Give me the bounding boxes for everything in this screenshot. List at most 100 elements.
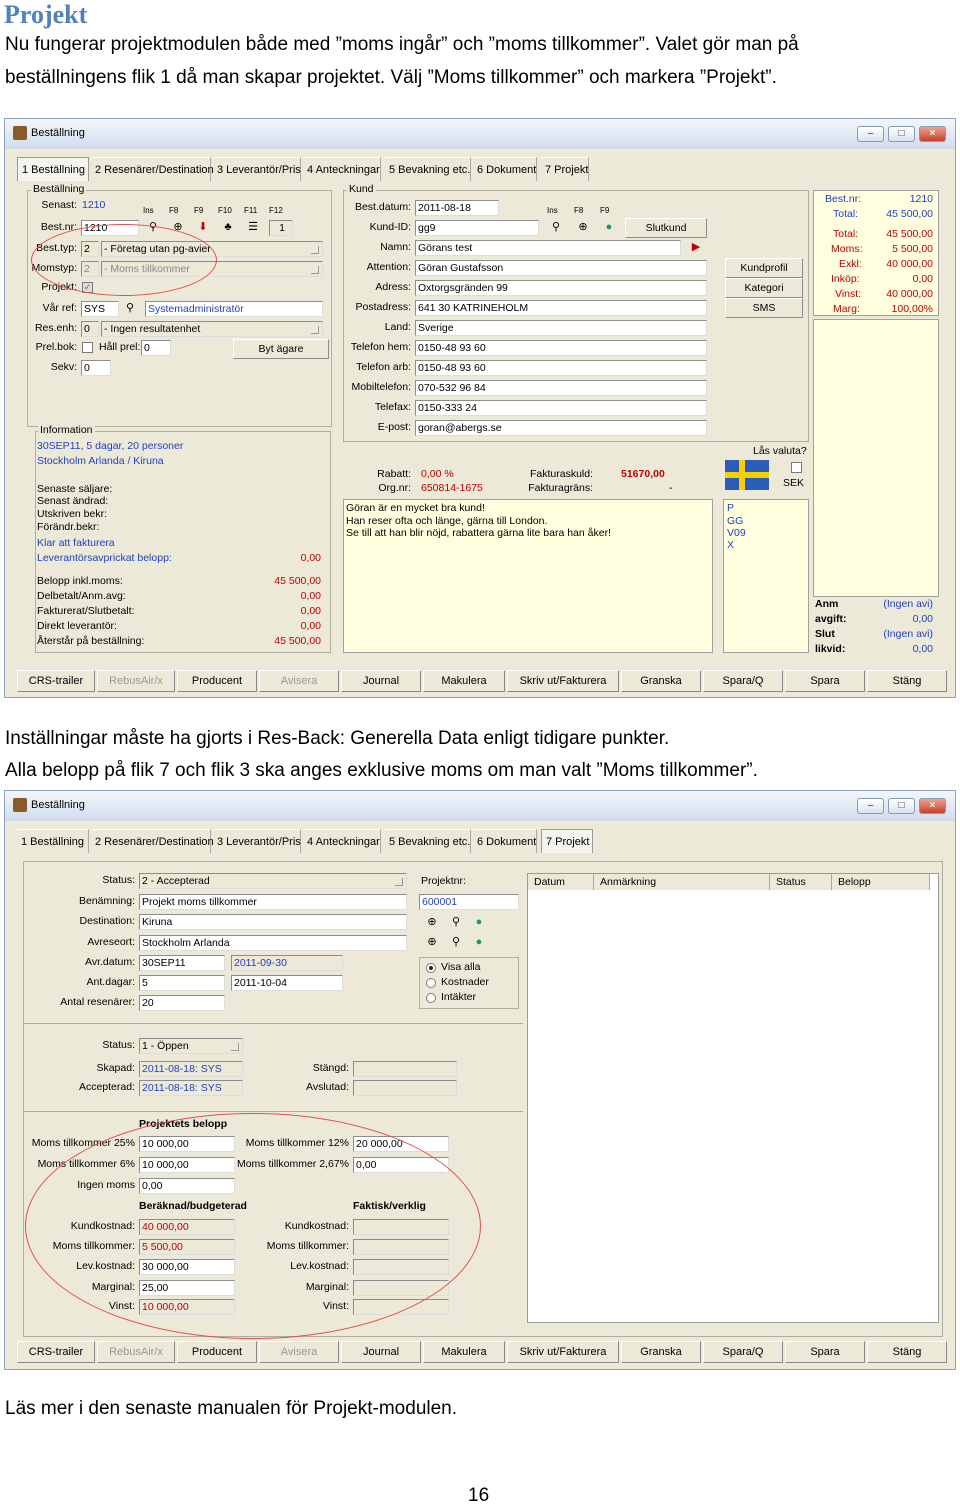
crs-trailer-button[interactable]: CRS-trailer <box>17 1341 95 1363</box>
kategori-button[interactable]: Kategori <box>725 278 803 298</box>
resenh-select[interactable]: - Ingen resultatenhet <box>101 321 323 337</box>
hallprel-field[interactable]: 0 <box>141 340 171 356</box>
skriv-ut-button[interactable]: Skriv ut/Fakturera <box>507 670 619 692</box>
antdagar-field[interactable]: 5 <box>139 975 225 991</box>
namn-field[interactable]: Görans test <box>415 240 681 256</box>
col-header-belopp[interactable]: Belopp <box>832 874 930 890</box>
col-header-status[interactable]: Status <box>770 874 832 890</box>
crs-trailer-button[interactable]: CRS-trailer <box>17 670 95 692</box>
tab-dokument[interactable]: 6 Dokument <box>473 157 537 181</box>
green-dot-icon[interactable]: ● <box>472 935 486 949</box>
avisera-button[interactable]: Avisera <box>259 1341 339 1363</box>
journal-button[interactable]: Journal <box>341 1341 421 1363</box>
destination-field[interactable]: Kiruna <box>139 914 407 930</box>
col-header-datum[interactable]: Datum <box>528 874 594 890</box>
intakter-radio[interactable] <box>426 993 436 1003</box>
tab-anteckningar[interactable]: 4 Anteckningar <box>303 157 381 181</box>
avrdatum-field[interactable]: 30SEP11 <box>139 955 225 971</box>
bottom-summary-value-2: (Ingen avi) <box>883 628 933 640</box>
spara-q-button[interactable]: Spara/Q <box>703 670 783 692</box>
sekv-field[interactable]: 0 <box>81 360 111 376</box>
spara-q-button[interactable]: Spara/Q <box>703 1341 783 1363</box>
resenh-code[interactable]: 0 <box>81 321 99 337</box>
byt-agare-button[interactable]: Byt ägare <box>233 339 329 359</box>
land-field[interactable]: Sverige <box>415 320 707 336</box>
mobil-field[interactable]: 070-532 96 84 <box>415 380 707 396</box>
arrow-right-icon[interactable]: ▶ <box>689 240 703 254</box>
postadress-field[interactable]: 641 30 KATRINEHOLM <box>415 300 707 316</box>
list-icon[interactable]: ☰ <box>246 220 260 234</box>
bestdatum-field[interactable]: 2011-08-18 <box>415 200 499 216</box>
binoculars-icon[interactable]: ⚲ <box>449 915 463 929</box>
minimize-button[interactable]: – <box>857 798 884 814</box>
green-dot-icon[interactable]: ● <box>472 915 486 929</box>
binoculars-icon[interactable]: ⚲ <box>549 220 563 234</box>
benamning-field[interactable]: Projekt moms tillkommer <box>139 894 407 910</box>
arrow-down-icon[interactable]: ⬇ <box>196 220 210 234</box>
tab-projekt[interactable]: 7 Projekt <box>541 829 593 853</box>
epost-field[interactable]: goran@abergs.se <box>415 420 707 436</box>
makulera-button[interactable]: Makulera <box>423 1341 505 1363</box>
binoculars-icon[interactable]: ⚲ <box>123 301 137 315</box>
tab-anteckningar[interactable]: 4 Anteckningar <box>303 829 381 853</box>
tab-resenarer[interactable]: 2 Resenärer/Destination <box>91 157 214 181</box>
telarb-field[interactable]: 0150-48 93 60 <box>415 360 707 376</box>
status-select[interactable]: 2 - Accepterad <box>139 873 407 889</box>
skriv-ut-button[interactable]: Skriv ut/Fakturera <box>507 1341 619 1363</box>
zoom-icon[interactable]: ⊕ <box>576 220 590 234</box>
slutkund-button[interactable]: Slutkund <box>625 218 707 238</box>
spara-button[interactable]: Spara <box>785 1341 865 1363</box>
minimize-button[interactable]: – <box>857 126 884 142</box>
spara-button[interactable]: Spara <box>785 670 865 692</box>
kostnader-radio[interactable] <box>426 978 436 988</box>
tab-bestallning[interactable]: 1 Beställning <box>17 829 89 853</box>
orgnr-value: 650814-1675 <box>421 482 483 494</box>
journal-button[interactable]: Journal <box>341 670 421 692</box>
tab-bevakning[interactable]: 5 Bevakning etc. <box>385 157 471 181</box>
avreseort-field[interactable]: Stockholm Arlanda <box>139 935 407 951</box>
pstatus-select[interactable]: 1 - Öppen <box>139 1038 243 1054</box>
producent-button[interactable]: Producent <box>177 670 257 692</box>
green-dot-icon[interactable]: ● <box>602 220 616 234</box>
sms-button[interactable]: SMS <box>725 298 803 318</box>
tab-projekt[interactable]: 7 Projekt <box>541 157 589 181</box>
tab-leverantor[interactable]: 3 Leverantör/Pris <box>213 157 301 181</box>
adress-field[interactable]: Oxtorgsgränden 99 <box>415 280 707 296</box>
telhem-field[interactable]: 0150-48 93 60 <box>415 340 707 356</box>
tree-icon[interactable]: ♣ <box>221 220 235 234</box>
tab-bestallning[interactable]: 1 Beställning <box>17 157 89 181</box>
maximize-button[interactable]: □ <box>888 798 915 814</box>
rebusair-button[interactable]: RebusAir/x <box>97 670 175 692</box>
producent-button[interactable]: Producent <box>177 1341 257 1363</box>
granska-button[interactable]: Granska <box>621 670 701 692</box>
avisera-button[interactable]: Avisera <box>259 670 339 692</box>
binoculars-icon[interactable]: ⚲ <box>449 935 463 949</box>
col-header-anmarkning[interactable]: Anmärkning <box>594 874 770 890</box>
rebusair-button[interactable]: RebusAir/x <box>97 1341 175 1363</box>
tab-resenarer[interactable]: 2 Resenärer/Destination <box>91 829 214 853</box>
granska-button[interactable]: Granska <box>621 1341 701 1363</box>
tab-leverantor[interactable]: 3 Leverantör/Pris <box>213 829 301 853</box>
makulera-button[interactable]: Makulera <box>423 670 505 692</box>
tab-dokument[interactable]: 6 Dokument <box>473 829 537 853</box>
telefax-field[interactable]: 0150-333 24 <box>415 400 707 416</box>
kundid-label: Kund-ID: <box>369 221 411 233</box>
visa-alla-radio[interactable] <box>426 963 436 973</box>
project-entries-table[interactable] <box>527 873 939 1323</box>
zoom-icon[interactable]: ⊕ <box>425 935 439 949</box>
zoom-icon[interactable]: ⊕ <box>425 915 439 929</box>
stang-button[interactable]: Stäng <box>867 670 947 692</box>
varref-code[interactable]: SYS <box>81 301 119 317</box>
projektnr-field[interactable]: 600001 <box>419 894 519 910</box>
maximize-button[interactable]: □ <box>888 126 915 142</box>
las-valuta-checkbox[interactable] <box>791 462 802 473</box>
kundprofil-button[interactable]: Kundprofil <box>725 258 803 278</box>
prelbok-checkbox[interactable] <box>82 342 93 353</box>
antres-field[interactable]: 20 <box>139 995 225 1011</box>
tab-bevakning[interactable]: 5 Bevakning etc. <box>385 829 471 853</box>
attention-field[interactable]: Göran Gustafsson <box>415 260 707 276</box>
close-button[interactable]: × <box>919 126 946 142</box>
kundid-field[interactable]: gg9 <box>415 220 539 236</box>
close-button[interactable]: × <box>919 798 946 814</box>
stang-button[interactable]: Stäng <box>867 1341 947 1363</box>
